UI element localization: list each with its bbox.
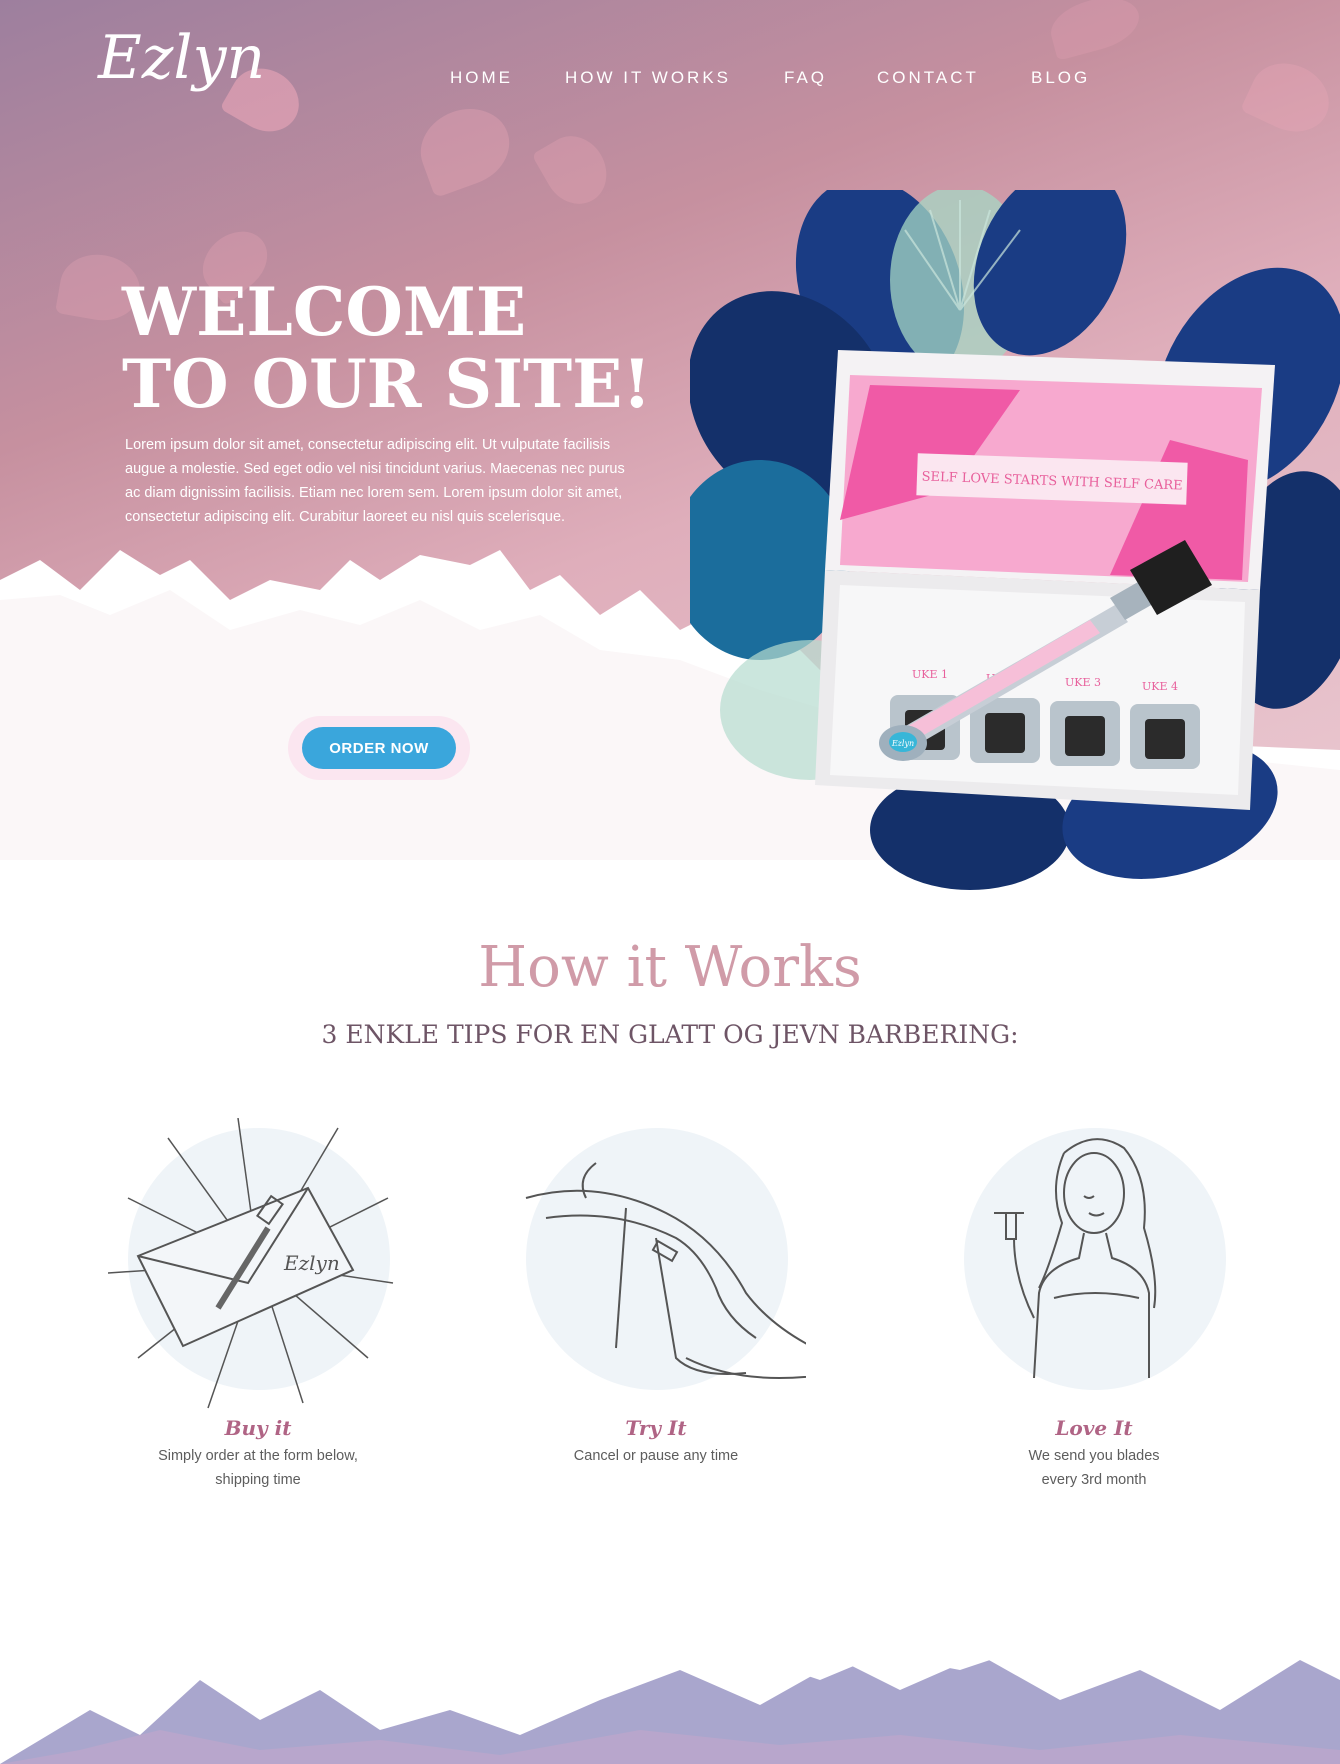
order-now-button[interactable]: ORDER NOW [302,727,456,769]
nav-item-blog[interactable]: BLOG [1031,68,1090,88]
footer-brush-art [0,1560,1340,1764]
slot-label: UKE 1 [912,668,948,681]
step-title: Buy it [224,1416,292,1440]
petal-decoration [1240,51,1340,144]
step-title: Love It [1055,1416,1133,1440]
slot-label: UKE 4 [1142,680,1178,693]
nav-item-home[interactable]: HOME [450,68,513,88]
step-title: Try It [625,1416,687,1440]
step-description: Cancel or pause any time [573,1448,739,1464]
how-it-works-title: How it Works [478,935,862,1000]
razor-handle-logo: Ezlyn [891,739,914,748]
hero-body-text: Lorem ipsum dolor sit amet, consectetur … [125,437,625,525]
hero-title: WELCOME TO OUR SITE! [122,276,651,420]
hero-title-line-2: TO OUR SITE! [122,345,652,423]
how-it-works-subtitle: 3 ENKLE TIPS FOR EN GLATT OG JEVN BARBER… [321,1020,1019,1049]
petal-decoration [409,96,521,199]
petal-decoration [531,124,619,216]
nav-item-contact[interactable]: CONTACT [877,68,979,88]
shaving-leg-icon [525,1162,806,1379]
envelope-razor-icon: Ezlyn [108,1118,394,1409]
product-image: SELF LOVE STARTS WITH SELF CARE UKE 1 UK… [690,190,1340,890]
step-description: We send you blades every 3rd month [1028,1448,1160,1488]
hero-title-line-1: WELCOME [122,273,527,351]
brand-logo[interactable]: Ezlyn [98,28,265,88]
nav-item-faq[interactable]: FAQ [784,68,827,88]
order-button-halo: ORDER NOW [288,716,470,780]
slot-label: UKE 3 [1065,676,1101,689]
step-description: Simply order at the form below, shipping… [158,1448,358,1488]
woman-with-razor-icon [994,1138,1157,1379]
nav-item-how-it-works[interactable]: HOW IT WORKS [565,68,731,88]
petal-decoration [1045,0,1145,61]
svg-text:Ezlyn: Ezlyn [283,1251,340,1275]
